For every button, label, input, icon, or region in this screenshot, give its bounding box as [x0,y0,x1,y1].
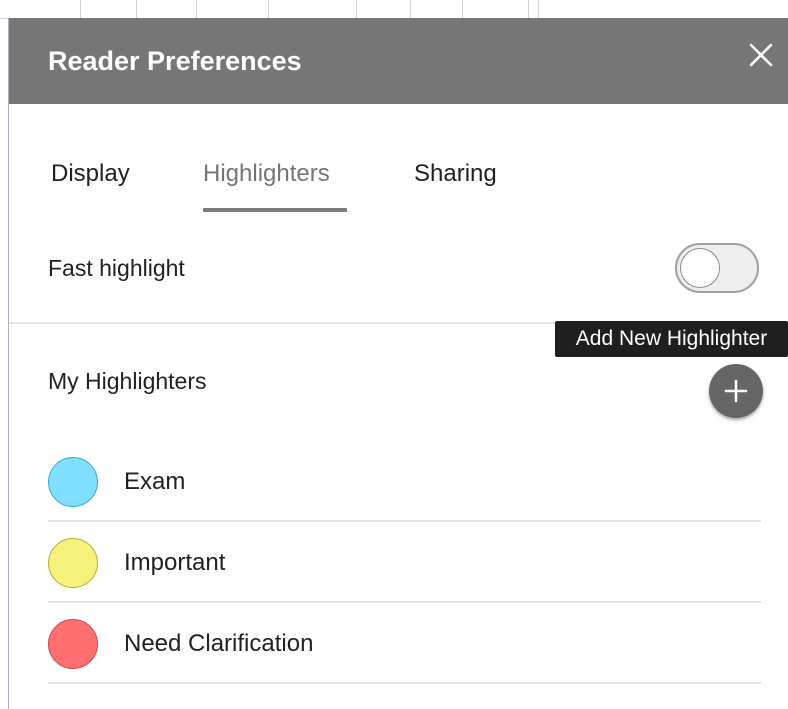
highlighter-item-important[interactable]: Important [48,521,761,603]
fast-highlight-toggle[interactable] [675,243,759,293]
add-highlighter-button[interactable] [709,364,763,418]
dialog-header: Reader Preferences [9,18,788,104]
tab-sharing[interactable]: Sharing [414,159,497,189]
highlighter-color-swatch[interactable] [48,538,98,588]
tab-highlighters[interactable]: Highlighters [203,159,330,189]
reader-preferences-dialog: Reader Preferences Display Highlighters … [9,18,788,709]
active-tab-indicator [203,208,347,212]
background-window-strip [0,0,788,19]
plus-icon [724,379,748,403]
add-highlighter-tooltip: Add New Highlighter [555,321,788,357]
highlighter-label: Exam [124,468,186,495]
close-button[interactable] [744,38,778,72]
toggle-knob [680,248,720,288]
my-highlighters-label: My Highlighters [48,368,207,394]
highlighter-color-swatch[interactable] [48,619,98,669]
highlighter-color-swatch[interactable] [48,457,98,507]
dialog-title: Reader Preferences [48,46,302,76]
highlighter-label: Important [124,549,226,576]
fast-highlight-label: Fast highlight [48,255,185,281]
highlighter-label: Need Clarification [124,630,314,657]
tab-display[interactable]: Display [51,159,130,189]
close-icon [749,43,773,67]
highlighter-item-need-clarification[interactable]: Need Clarification [48,602,761,684]
highlighter-item-exam[interactable]: Exam [48,440,761,522]
